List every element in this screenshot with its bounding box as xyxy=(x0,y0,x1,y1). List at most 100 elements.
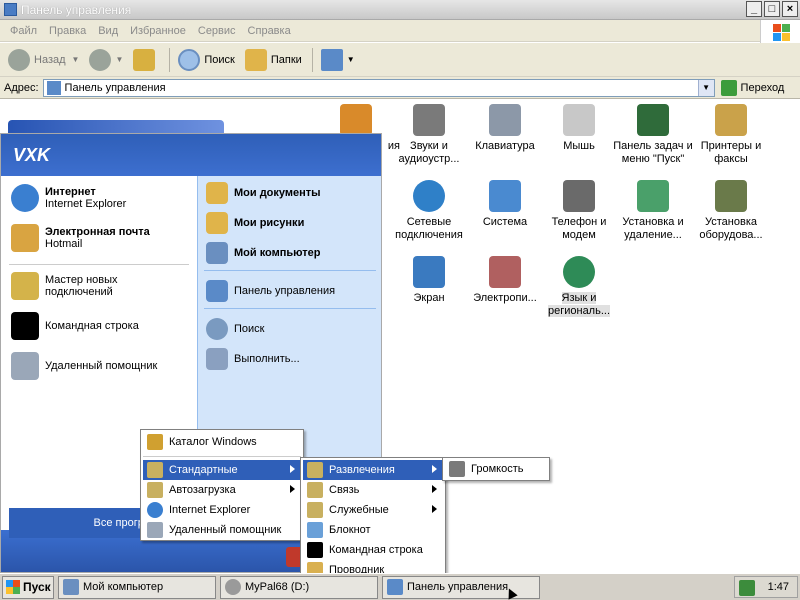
minimize-button[interactable]: _ xyxy=(746,1,762,17)
caption-buttons: _ □ × xyxy=(746,1,798,17)
globe-icon xyxy=(563,256,595,288)
my-pictures[interactable]: Мои рисунки xyxy=(206,212,304,234)
icon-regional-language[interactable]: Язык и региональ... xyxy=(538,256,620,318)
drive-icon xyxy=(225,579,241,595)
folders-button[interactable]: Папки xyxy=(241,47,306,73)
icon-printers[interactable]: Принтеры и факсы xyxy=(690,104,772,166)
internet-explorer-icon xyxy=(11,184,39,212)
menu-item-entertainment[interactable]: Развлечения xyxy=(303,460,443,480)
icon-network[interactable]: Сетевые подключения xyxy=(388,180,470,242)
pinned-internet[interactable]: Интернет Internet Explorer xyxy=(11,184,126,212)
icon-sounds[interactable]: Звуки и аудиоустр... xyxy=(388,104,470,166)
icon-power[interactable]: Электропи... xyxy=(464,256,546,305)
divider xyxy=(204,270,376,271)
close-button[interactable]: × xyxy=(782,1,798,17)
my-documents[interactable]: Мои документы xyxy=(206,182,321,204)
computer-icon xyxy=(63,579,79,595)
volume-icon xyxy=(449,461,465,477)
internet-explorer-icon xyxy=(147,502,163,518)
address-dropdown-icon[interactable]: ▼ xyxy=(697,79,714,96)
hardware-icon xyxy=(715,180,747,212)
keyboard-icon xyxy=(489,104,521,136)
maximize-button[interactable]: □ xyxy=(764,1,780,17)
toolbar-separator xyxy=(169,47,171,72)
menu-item-system-tools[interactable]: Служебные xyxy=(303,500,443,520)
notepad-icon xyxy=(307,522,323,538)
icon-taskbar-start[interactable]: Панель задач и меню "Пуск" xyxy=(612,104,694,166)
icon-system[interactable]: Система xyxy=(464,180,546,229)
icon-keyboard[interactable]: Клавиатура xyxy=(464,104,546,153)
menu-tools[interactable]: Сервис xyxy=(192,25,242,37)
wizard-icon xyxy=(11,272,39,300)
control-panel[interactable]: Панель управления xyxy=(206,280,335,302)
pinned-email[interactable]: Электронная почта Hotmail xyxy=(11,224,150,252)
menu-item-communications[interactable]: Связь xyxy=(303,480,443,500)
speaker-icon xyxy=(413,104,445,136)
clock-icon xyxy=(340,104,372,136)
divider xyxy=(9,264,189,265)
menu-item-remote-assistance[interactable]: Удаленный помощник xyxy=(143,520,301,540)
task-my-computer[interactable]: Мой компьютер xyxy=(58,575,216,599)
documents-folder-icon xyxy=(206,182,228,204)
menu-item-notepad[interactable]: Блокнот xyxy=(303,520,443,540)
menu-item-volume[interactable]: Громкость xyxy=(445,459,547,479)
menu-favorites[interactable]: Избранное xyxy=(124,25,192,37)
back-button[interactable]: Назад ▼ xyxy=(4,47,83,73)
address-input[interactable]: Панель управления ▼ xyxy=(42,78,715,97)
go-button[interactable]: Переход xyxy=(720,79,784,96)
submenu-arrow-icon xyxy=(290,465,295,473)
remote-assistance-icon xyxy=(11,352,39,380)
icon-display[interactable]: Экран xyxy=(388,256,470,305)
command-prompt-icon xyxy=(307,542,323,558)
recent-new-connection-wizard[interactable]: Мастер новых подключений xyxy=(11,272,191,300)
task-mypal[interactable]: MyPal68 (D:) xyxy=(220,575,378,599)
recent-command-prompt[interactable]: Командная строка xyxy=(11,312,139,340)
power-plug-icon xyxy=(489,256,521,288)
back-arrow-icon xyxy=(8,48,30,71)
menu-item-windows-catalog[interactable]: Каталог Windows xyxy=(143,432,301,452)
icon-phone-modem[interactable]: Телефон и модем xyxy=(538,180,620,242)
icon-add-hardware[interactable]: Установка оборудова... xyxy=(690,180,772,242)
computer-icon xyxy=(206,242,228,264)
program-group-icon xyxy=(307,482,323,498)
remote-assistance-icon xyxy=(147,522,163,538)
start-button[interactable]: Пуск xyxy=(2,575,54,599)
search-label: Поиск xyxy=(204,53,235,66)
submenu-arrow-icon xyxy=(290,485,295,493)
menu-help[interactable]: Справка xyxy=(242,25,297,37)
menu-item-accessories[interactable]: Стандартные xyxy=(143,460,301,480)
menu-file[interactable]: Файл xyxy=(4,25,43,37)
toolbar: Назад ▼ ▼ Поиск Папки ▼ xyxy=(0,43,800,77)
tray-network-icon[interactable] xyxy=(739,580,755,596)
up-button[interactable] xyxy=(129,47,163,73)
search-button[interactable]: Поиск xyxy=(174,47,238,73)
folders-icon xyxy=(244,48,267,71)
search-icon xyxy=(178,48,201,71)
menu-item-startup[interactable]: Автозагрузка xyxy=(143,480,301,500)
menu-edit[interactable]: Правка xyxy=(43,25,92,37)
search[interactable]: Поиск xyxy=(206,318,264,340)
control-panel-icon xyxy=(4,3,17,16)
mouse-icon xyxy=(563,104,595,136)
menu-view[interactable]: Вид xyxy=(92,25,124,37)
my-computer[interactable]: Мой компьютер xyxy=(206,242,321,264)
views-button[interactable]: ▼ xyxy=(317,47,359,73)
window-title: Панель управления xyxy=(21,2,132,17)
taskbar-icon xyxy=(637,104,669,136)
divider xyxy=(204,308,376,309)
program-group-icon xyxy=(147,462,163,478)
forward-button[interactable]: ▼ xyxy=(85,47,127,73)
recent-remote-assistance[interactable]: Удаленный помощник xyxy=(11,352,157,380)
submenu-arrow-icon xyxy=(432,485,437,493)
phone-icon xyxy=(563,180,595,212)
menu-item-internet-explorer[interactable]: Internet Explorer xyxy=(143,500,301,520)
toolbar-separator xyxy=(311,47,313,72)
cd-box-icon xyxy=(637,180,669,212)
menu-item-command-prompt[interactable]: Командная строка xyxy=(303,540,443,560)
mail-icon xyxy=(11,224,39,252)
icon-add-remove[interactable]: Установка и удаление... xyxy=(612,180,694,242)
printer-icon xyxy=(715,104,747,136)
icon-mouse[interactable]: Мышь xyxy=(538,104,620,153)
run[interactable]: Выполнить... xyxy=(206,348,300,370)
windows-catalog-icon xyxy=(147,434,163,450)
